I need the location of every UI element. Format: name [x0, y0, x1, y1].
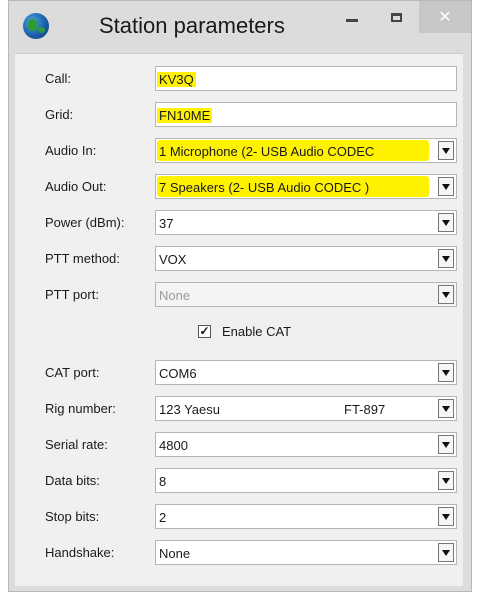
chevron-down-icon: [442, 255, 450, 262]
handshake-dropdown-button[interactable]: [438, 543, 454, 562]
ptt-port-row: PTT port: None: [15, 280, 463, 310]
close-icon: ✕: [438, 9, 452, 26]
ptt-port-dropdown-button[interactable]: [438, 285, 454, 304]
chevron-down-icon: [442, 549, 450, 556]
minimize-button[interactable]: [331, 1, 373, 33]
audio-in-select[interactable]: 1 Microphone (2- USB Audio CODEC: [155, 138, 457, 163]
chevron-down-icon: [442, 513, 450, 520]
data-bits-value: 8: [159, 474, 167, 489]
cat-port-dropdown-button[interactable]: [438, 363, 454, 382]
chevron-down-icon: [442, 405, 450, 412]
grid-row: Grid: FN10ME: [15, 100, 463, 130]
serial-rate-value: 4800: [159, 438, 188, 453]
audio-out-dropdown-button[interactable]: [438, 177, 454, 196]
cat-port-value: COM6: [159, 366, 197, 381]
title-bar[interactable]: Station parameters ✕: [9, 1, 471, 53]
rig-number-value: 123 Yaesu: [159, 402, 220, 417]
power-select[interactable]: 37: [155, 210, 457, 235]
station-parameters-window: Station parameters ✕ Call: KV3Q Grid: FN…: [8, 0, 472, 592]
stop-bits-row: Stop bits: 2: [15, 502, 463, 532]
ptt-method-label: PTT method:: [45, 251, 120, 266]
handshake-select[interactable]: None: [155, 540, 457, 565]
cat-port-select[interactable]: COM6: [155, 360, 457, 385]
globe-icon: [23, 13, 49, 39]
enable-cat-label[interactable]: Enable CAT: [222, 324, 291, 339]
handshake-value: None: [159, 546, 191, 561]
window-title: Station parameters: [99, 13, 285, 38]
cat-port-label: CAT port:: [45, 365, 100, 380]
call-row: Call: KV3Q: [15, 64, 463, 94]
power-value: 37: [159, 216, 174, 231]
stop-bits-select[interactable]: 2: [155, 504, 457, 529]
parameters-form: Call: KV3Q Grid: FN10ME Audio In: 1 Micr…: [15, 53, 463, 586]
audio-out-label: Audio Out:: [45, 179, 107, 194]
chevron-down-icon: [442, 183, 450, 190]
audio-in-value: 1 Microphone (2- USB Audio CODEC: [159, 144, 375, 159]
serial-rate-select[interactable]: 4800: [155, 432, 457, 457]
data-bits-row: Data bits: 8: [15, 466, 463, 496]
serial-rate-label: Serial rate:: [45, 437, 108, 452]
chevron-down-icon: [442, 219, 450, 226]
chevron-down-icon: [442, 291, 450, 298]
audio-out-row: Audio Out: 7 Speakers (2- USB Audio CODE…: [15, 172, 463, 202]
grid-input[interactable]: FN10ME: [155, 102, 457, 127]
ptt-method-row: PTT method: VOX: [15, 244, 463, 274]
power-label: Power (dBm):: [45, 215, 125, 230]
handshake-row: Handshake: None: [15, 538, 463, 568]
audio-in-row: Audio In: 1 Microphone (2- USB Audio COD…: [15, 136, 463, 166]
stop-bits-dropdown-button[interactable]: [438, 507, 454, 526]
stop-bits-value: 2: [159, 510, 167, 525]
call-input[interactable]: KV3Q: [155, 66, 457, 91]
rig-number-row: Rig number: 123 Yaesu FT-897: [15, 394, 463, 424]
ptt-port-label: PTT port:: [45, 287, 99, 302]
audio-in-label: Audio In:: [45, 143, 97, 158]
chevron-down-icon: [442, 477, 450, 484]
data-bits-select[interactable]: 8: [155, 468, 457, 493]
ptt-method-select[interactable]: VOX: [155, 246, 457, 271]
stop-bits-label: Stop bits:: [45, 509, 100, 524]
grid-value: FN10ME: [157, 108, 213, 123]
serial-rate-row: Serial rate: 4800: [15, 430, 463, 460]
call-label: Call:: [45, 71, 72, 86]
chevron-down-icon: [442, 147, 450, 154]
power-dropdown-button[interactable]: [438, 213, 454, 232]
rig-number-label: Rig number:: [45, 401, 116, 416]
audio-in-dropdown-button[interactable]: [438, 141, 454, 160]
close-button[interactable]: ✕: [419, 1, 471, 33]
data-bits-label: Data bits:: [45, 473, 100, 488]
serial-rate-dropdown-button[interactable]: [438, 435, 454, 454]
chevron-down-icon: [442, 369, 450, 376]
rig-number-dropdown-button[interactable]: [438, 399, 454, 418]
ptt-port-value: None: [159, 288, 191, 303]
power-row: Power (dBm): 37: [15, 208, 463, 238]
audio-out-value: 7 Speakers (2- USB Audio CODEC ): [159, 180, 370, 195]
audio-out-select[interactable]: 7 Speakers (2- USB Audio CODEC ): [155, 174, 457, 199]
ptt-method-dropdown-button[interactable]: [438, 249, 454, 268]
grid-label: Grid:: [45, 107, 74, 122]
chevron-down-icon: [442, 441, 450, 448]
rig-number-select[interactable]: 123 Yaesu FT-897: [155, 396, 457, 421]
enable-cat-row: ✓ Enable CAT: [15, 320, 463, 346]
data-bits-dropdown-button[interactable]: [438, 471, 454, 490]
maximize-icon: [390, 12, 402, 22]
call-value: KV3Q: [157, 72, 196, 87]
cat-port-row: CAT port: COM6: [15, 358, 463, 388]
rig-model-value: FT-897: [344, 402, 386, 417]
handshake-label: Handshake:: [45, 545, 115, 560]
enable-cat-checkbox[interactable]: ✓: [198, 325, 211, 338]
minimize-icon: [346, 18, 358, 22]
ptt-port-select[interactable]: None: [155, 282, 457, 307]
ptt-method-value: VOX: [159, 252, 187, 267]
maximize-button[interactable]: [375, 1, 417, 33]
